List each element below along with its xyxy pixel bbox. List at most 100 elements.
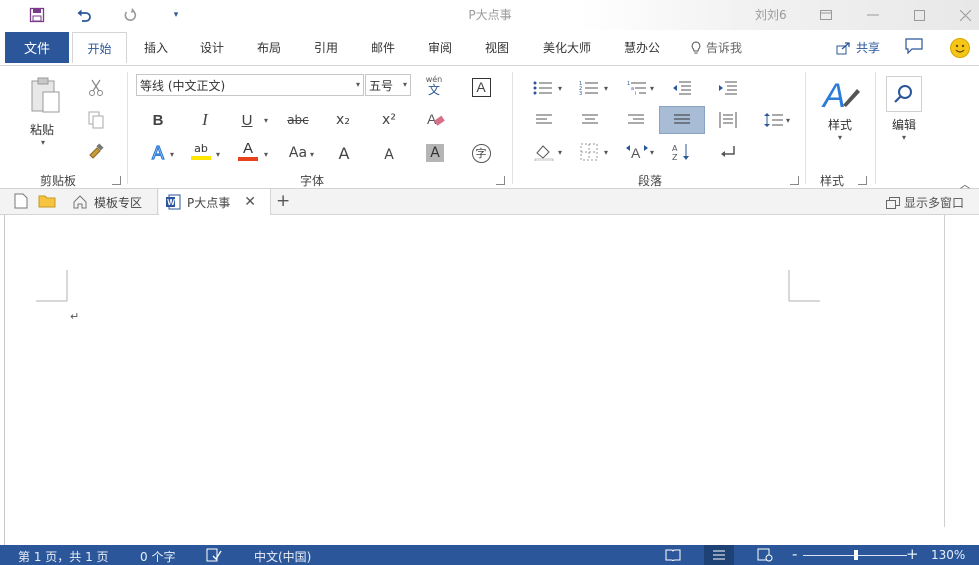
bullets-dropdown-icon[interactable]: ▾: [558, 84, 562, 93]
tab-hui-office[interactable]: 慧办公: [614, 32, 670, 63]
customize-qat-icon[interactable]: ▾: [165, 4, 187, 26]
zoom-level[interactable]: 130%: [931, 548, 965, 562]
zoom-slider-thumb[interactable]: [854, 550, 858, 560]
font-launcher-icon[interactable]: [496, 176, 505, 185]
text-effects-button[interactable]: A: [145, 141, 171, 165]
close-window-icon[interactable]: [954, 4, 976, 26]
share-button[interactable]: 共享: [836, 39, 880, 56]
numbering-icon[interactable]: 123: [576, 76, 602, 100]
strikethrough-button[interactable]: abc: [283, 108, 313, 132]
highlight-dropdown-icon[interactable]: ▾: [216, 150, 220, 159]
underline-dropdown-icon[interactable]: ▾: [264, 116, 268, 125]
grow-font-button[interactable]: A: [331, 141, 357, 165]
paragraph-launcher-icon[interactable]: [790, 176, 799, 185]
undo-icon[interactable]: [73, 4, 95, 26]
tab-home[interactable]: 开始: [72, 32, 127, 63]
distributed-icon[interactable]: [715, 108, 741, 132]
styles-launcher-icon[interactable]: [858, 176, 867, 185]
tell-me-search[interactable]: 告诉我: [690, 39, 742, 56]
italic-button[interactable]: I: [192, 108, 218, 132]
chinese-layout-icon[interactable]: A: [624, 140, 650, 164]
font-size-combobox[interactable]: 五号 ▾: [365, 74, 411, 96]
decrease-indent-icon[interactable]: [669, 76, 695, 100]
show-multi-window-button[interactable]: 显示多窗口: [886, 194, 964, 211]
paste-label[interactable]: 粘贴: [30, 121, 54, 138]
zoom-out-button[interactable]: -: [792, 545, 797, 563]
line-spacing-icon[interactable]: [761, 108, 787, 132]
paste-icon[interactable]: [26, 74, 66, 118]
bold-button[interactable]: B: [145, 108, 171, 132]
maximize-icon[interactable]: [908, 4, 930, 26]
chinese-layout-dropdown-icon[interactable]: ▾: [650, 148, 654, 157]
find-icon[interactable]: [886, 76, 922, 112]
format-painter-icon[interactable]: [83, 139, 109, 163]
word-count[interactable]: 0 个字: [140, 548, 175, 565]
tab-mailings[interactable]: 邮件: [361, 32, 405, 63]
shading-icon[interactable]: [531, 140, 557, 164]
font-color-dropdown-icon[interactable]: ▾: [264, 150, 268, 159]
bullets-icon[interactable]: [530, 76, 556, 100]
font-name-combobox[interactable]: 等线 (中文正文) ▾: [136, 74, 364, 96]
highlight-color-button[interactable]: ab: [188, 139, 214, 163]
tab-document[interactable]: W P大点事 ✕: [159, 189, 271, 215]
numbering-dropdown-icon[interactable]: ▾: [604, 84, 608, 93]
character-border-icon[interactable]: A: [468, 75, 494, 99]
tab-layout[interactable]: 布局: [247, 32, 291, 63]
change-case-button[interactable]: Aa: [286, 141, 310, 165]
show-formatting-marks-icon[interactable]: [715, 140, 741, 164]
print-layout-icon[interactable]: [704, 545, 734, 565]
borders-dropdown-icon[interactable]: ▾: [604, 148, 608, 157]
styles-gallery-icon[interactable]: A: [820, 74, 862, 116]
multilevel-list-icon[interactable]: 1ai: [624, 76, 650, 100]
multilevel-dropdown-icon[interactable]: ▾: [650, 84, 654, 93]
line-spacing-dropdown-icon[interactable]: ▾: [786, 116, 790, 125]
tab-insert[interactable]: 插入: [134, 32, 178, 63]
align-center-icon[interactable]: [577, 108, 603, 132]
styles-label[interactable]: 样式: [828, 116, 852, 133]
styles-dropdown-icon[interactable]: ▾: [838, 133, 842, 142]
editing-label[interactable]: 编辑: [892, 116, 916, 133]
open-folder-icon[interactable]: [38, 193, 56, 211]
new-tab-icon[interactable]: +: [276, 191, 290, 211]
tab-view[interactable]: 视图: [475, 32, 519, 63]
document-canvas[interactable]: [0, 215, 979, 545]
tab-beautify-master[interactable]: 美化大师: [535, 32, 599, 63]
shading-dropdown-icon[interactable]: ▾: [558, 148, 562, 157]
text-effects-dropdown-icon[interactable]: ▾: [170, 150, 174, 159]
subscript-button[interactable]: x₂: [330, 108, 356, 132]
superscript-button[interactable]: x²: [376, 108, 402, 132]
comments-icon[interactable]: [905, 38, 923, 57]
tab-design[interactable]: 设计: [190, 32, 234, 63]
tab-references[interactable]: 引用: [304, 32, 348, 63]
tab-templates[interactable]: 模板专区: [66, 189, 158, 215]
font-color-button[interactable]: A: [235, 139, 261, 163]
web-layout-icon[interactable]: [750, 545, 780, 565]
change-case-dropdown-icon[interactable]: ▾: [310, 150, 314, 159]
close-tab-icon[interactable]: ✕: [244, 194, 256, 210]
paste-dropdown-icon[interactable]: ▾: [41, 138, 45, 147]
language-indicator[interactable]: 中文(中国): [254, 548, 311, 565]
new-document-icon[interactable]: [14, 193, 32, 211]
shrink-font-button[interactable]: A: [376, 143, 402, 167]
redo-icon[interactable]: [119, 4, 141, 26]
borders-icon[interactable]: [576, 140, 602, 164]
editing-dropdown-icon[interactable]: ▾: [902, 133, 906, 142]
minimize-icon[interactable]: [862, 4, 884, 26]
phonetic-guide-icon[interactable]: wén 文: [421, 74, 447, 98]
enclose-characters-button[interactable]: 字: [468, 141, 494, 165]
justify-icon[interactable]: [669, 108, 695, 132]
character-shading-button[interactable]: A: [422, 141, 448, 165]
tab-file[interactable]: 文件: [5, 32, 69, 63]
cut-icon[interactable]: [83, 76, 109, 100]
tab-review[interactable]: 审阅: [418, 32, 462, 63]
paragraph-mark[interactable]: ↵: [70, 310, 79, 323]
ribbon-display-options-icon[interactable]: [815, 4, 837, 26]
save-icon[interactable]: [26, 4, 48, 26]
read-mode-icon[interactable]: [658, 545, 688, 565]
user-name[interactable]: 刘刘6: [755, 6, 787, 23]
align-left-icon[interactable]: [531, 108, 557, 132]
clipboard-launcher-icon[interactable]: [112, 176, 121, 185]
increase-indent-icon[interactable]: [715, 76, 741, 100]
clear-formatting-icon[interactable]: A: [422, 108, 448, 132]
zoom-in-button[interactable]: +: [906, 545, 919, 563]
